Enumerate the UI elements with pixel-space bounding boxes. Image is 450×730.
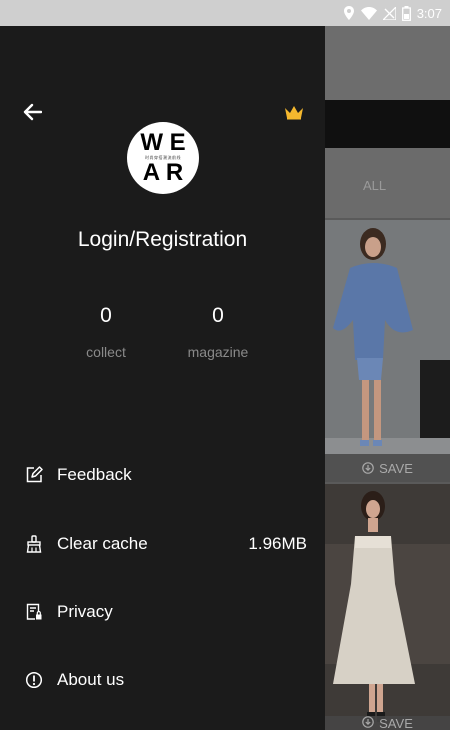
back-button[interactable] (20, 100, 44, 124)
navigation-drawer: W E 时尚穿搭潮流前线 A R Login/Registration 0 co… (0, 26, 325, 730)
magazine-count: 0 (212, 304, 224, 327)
magazine-label: magazine (187, 344, 249, 360)
menu-item-about[interactable]: About us (0, 660, 325, 700)
save-button[interactable]: SAVE (325, 454, 450, 482)
location-icon (343, 6, 355, 20)
signal-icon (382, 6, 396, 20)
runway-photo-1 (325, 220, 450, 482)
about-label: About us (57, 670, 125, 689)
crown-icon (285, 106, 303, 120)
menu-item-clear-cache[interactable]: Clear cache 1.96MB (0, 524, 325, 564)
collect-label: collect (86, 344, 126, 360)
menu-item-privacy[interactable]: Privacy (0, 592, 325, 632)
vip-button[interactable] (283, 104, 305, 120)
login-registration-link[interactable]: Login/Registration (0, 228, 325, 252)
save-button[interactable]: SAVE (325, 716, 450, 730)
background-photo-card[interactable] (325, 484, 450, 730)
document-lock-icon (24, 602, 44, 622)
background-photo-card[interactable] (325, 220, 450, 482)
status-time: 3:07 (416, 5, 442, 21)
battery-icon (401, 5, 411, 21)
arrow-left-icon (23, 103, 42, 121)
save-label: SAVE (379, 460, 413, 476)
broom-icon (24, 534, 44, 554)
logo-line-1: W E (140, 129, 186, 156)
privacy-label: Privacy (57, 602, 113, 621)
runway-photo-2 (325, 484, 450, 730)
save-label: SAVE (379, 716, 413, 730)
screen: 3:07 ALL SAVE SAVE W E 时尚穿搭潮流前线 A R Logi… (0, 0, 450, 730)
stat-collect[interactable]: 0 collect (56, 304, 156, 360)
menu-item-feedback[interactable]: Feedback (0, 455, 325, 495)
tab-all[interactable]: ALL (363, 178, 386, 193)
status-bar: 3:07 (0, 0, 450, 26)
wifi-icon (360, 6, 377, 20)
background-topbar (325, 26, 450, 100)
cache-size: 1.96MB (248, 534, 307, 553)
clear-cache-label: Clear cache (57, 534, 148, 553)
stat-magazine[interactable]: 0 magazine (168, 304, 268, 360)
background-dark-bar (325, 100, 450, 148)
background-app: ALL SAVE SAVE (325, 26, 450, 730)
download-icon (362, 716, 374, 728)
info-icon (24, 670, 44, 690)
collect-count: 0 (100, 304, 112, 327)
feedback-label: Feedback (57, 465, 132, 484)
edit-icon (24, 465, 44, 485)
app-logo[interactable]: W E 时尚穿搭潮流前线 A R (127, 122, 199, 194)
logo-line-2: A R (142, 159, 184, 186)
background-tabs (325, 148, 450, 218)
download-icon (362, 462, 374, 474)
